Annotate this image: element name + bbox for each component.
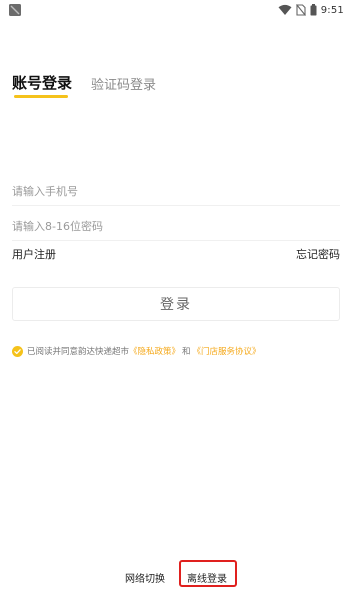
wifi-icon <box>278 4 292 15</box>
bottom-links: 网络切换 离线登录 <box>0 568 352 588</box>
agreement-row: 已阅读并同意韵达快递超市 《隐私政策》 和 《门店服务协议》 <box>12 344 261 358</box>
service-agreement-link[interactable]: 《门店服务协议》 <box>193 345 261 357</box>
app-icon <box>9 4 21 16</box>
password-field <box>12 212 340 240</box>
status-icons: 9:51 <box>278 3 344 17</box>
status-time: 9:51 <box>320 4 344 16</box>
privacy-policy-link[interactable]: 《隐私政策》 <box>129 345 180 357</box>
phone-divider <box>12 205 340 206</box>
agreement-joiner: 和 <box>182 347 191 357</box>
tab-account-login[interactable]: 账号登录 <box>12 72 72 93</box>
login-button[interactable]: 登录 <box>12 287 340 321</box>
phone-field <box>12 177 340 205</box>
checkbox-checked-icon[interactable] <box>12 345 23 357</box>
forgot-password-link[interactable]: 忘记密码 <box>296 246 340 262</box>
active-tab-indicator <box>14 95 68 98</box>
password-input[interactable] <box>12 212 340 240</box>
status-bar: 9:51 <box>0 0 352 20</box>
password-divider <box>12 240 340 241</box>
phone-input[interactable] <box>12 177 340 205</box>
network-switch-link[interactable]: 网络切换 <box>125 570 165 585</box>
register-link[interactable]: 用户注册 <box>12 246 56 262</box>
tab-code-login[interactable]: 验证码登录 <box>91 74 156 93</box>
agreement-text: 已阅读并同意韵达快递超市 <box>27 347 130 357</box>
no-sim-icon <box>295 4 306 16</box>
battery-icon <box>310 4 317 16</box>
highlight-box <box>179 560 237 587</box>
